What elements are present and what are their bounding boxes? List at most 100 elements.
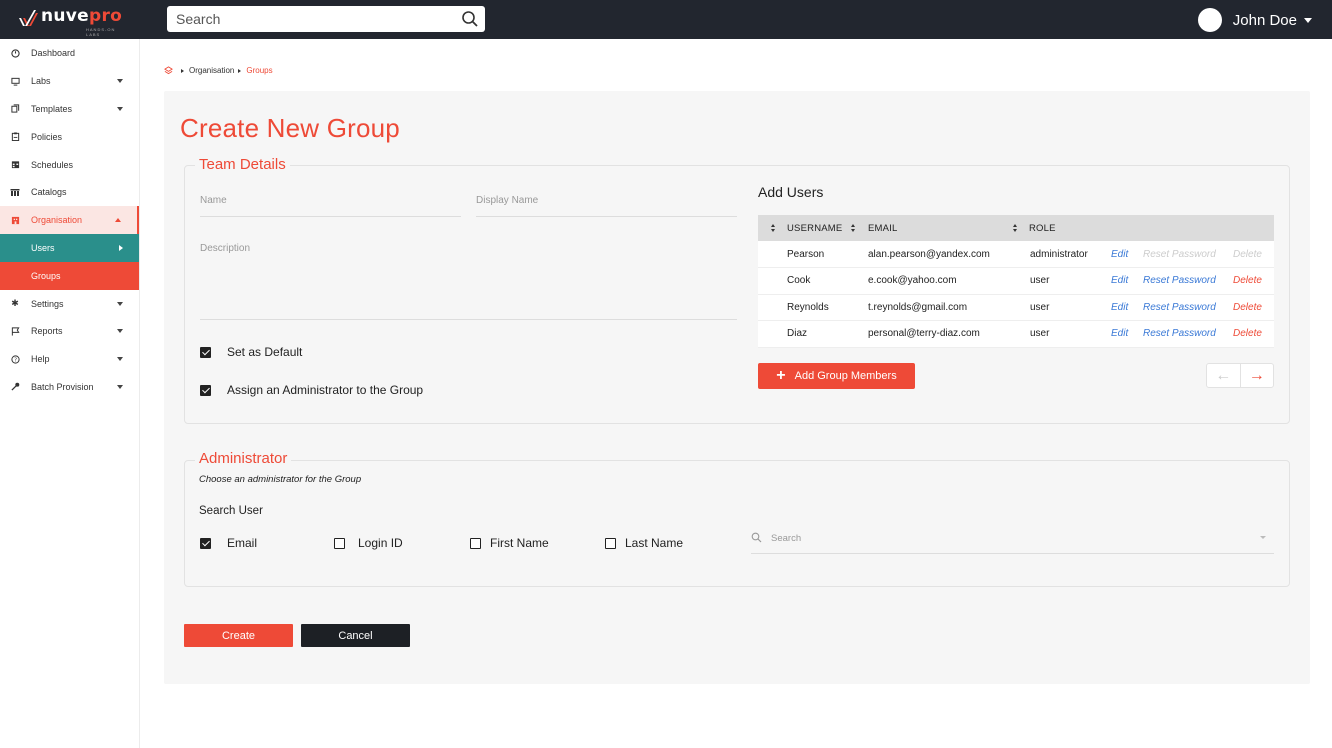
global-search-input[interactable]: [167, 6, 447, 32]
name-field-label: Name: [200, 195, 227, 206]
search-icon: [751, 532, 762, 543]
description-field-label: Description: [200, 243, 251, 254]
administrator-subtitle: Choose an administrator for the Group: [199, 474, 362, 485]
sidebar-item-policies[interactable]: Policies: [0, 123, 139, 151]
svg-text:?: ?: [14, 357, 17, 363]
breadcrumb-organisation[interactable]: Organisation: [189, 66, 234, 75]
last-name-checkbox[interactable]: [605, 538, 616, 549]
sidebar-item-batch-provision[interactable]: Batch Provision: [0, 373, 139, 401]
cell-username: Cook: [787, 267, 868, 295]
email-checkbox[interactable]: [200, 538, 211, 549]
administrator-search-input[interactable]: [771, 529, 1251, 547]
chevron-down-icon: [117, 106, 123, 111]
edit-link[interactable]: Edit: [1111, 328, 1128, 339]
key-icon: [10, 382, 20, 392]
edit-link[interactable]: Edit: [1111, 249, 1128, 260]
user-menu[interactable]: John Doe: [1197, 8, 1312, 32]
logo-text: nuvepro: [41, 6, 123, 26]
sidebar-item-help[interactable]: ? Help: [0, 345, 139, 373]
dashboard-icon: [10, 48, 20, 58]
chevron-down-icon: [117, 301, 123, 306]
sort-icon[interactable]: [851, 223, 856, 232]
administrator-legend: Administrator: [195, 450, 292, 467]
column-actions-reset: [1143, 215, 1233, 241]
sidebar-item-label: Settings: [31, 298, 64, 309]
breadcrumb-separator-icon: [238, 68, 242, 73]
cell-role: user: [1030, 267, 1111, 295]
sidebar-item-label: Organisation: [31, 215, 83, 226]
sidebar-item-reports[interactable]: Reports: [0, 317, 139, 345]
chevron-down-icon: [117, 329, 123, 334]
reset-password-link[interactable]: Reset Password: [1143, 328, 1216, 339]
sidebar-item-label: Dashboard: [31, 48, 76, 59]
sidebar-item-label: Policies: [31, 131, 63, 142]
edit-link[interactable]: Edit: [1111, 302, 1128, 313]
sidebar-item-label: Help: [31, 354, 50, 365]
reset-password-link[interactable]: Reset Password: [1143, 275, 1216, 286]
add-group-members-button[interactable]: + Add Group Members: [758, 363, 915, 389]
monitor-icon: [10, 76, 20, 86]
help-icon: ?: [10, 354, 20, 364]
user-name: John Doe: [1232, 11, 1297, 29]
display-name-field[interactable]: [476, 216, 737, 217]
sidebar-item-dashboard[interactable]: Dashboard: [0, 40, 139, 68]
delete-link[interactable]: Delete: [1233, 328, 1262, 339]
sidebar-item-label: Labs: [31, 76, 51, 87]
description-field[interactable]: [200, 319, 737, 320]
cancel-button[interactable]: Cancel: [301, 624, 410, 647]
cell-username: Diaz: [787, 320, 868, 348]
table-pagination: ← →: [1206, 363, 1274, 388]
sort-icon[interactable]: [1013, 223, 1018, 232]
column-role[interactable]: ROLE: [1013, 215, 1111, 241]
table-header-row: USERNAME EMAIL ROLE: [758, 215, 1274, 241]
sidebar-subitem-groups[interactable]: Groups: [0, 261, 139, 290]
email-option-label: Email: [227, 536, 258, 550]
first-name-checkbox[interactable]: [470, 538, 481, 549]
arrow-right-icon[interactable]: →: [1241, 364, 1274, 387]
set-default-checkbox[interactable]: [200, 347, 211, 358]
delete-link[interactable]: Delete: [1233, 275, 1262, 286]
sidebar-item-settings[interactable]: ✱ Settings: [0, 290, 139, 318]
column-email[interactable]: EMAIL: [851, 215, 1030, 241]
assign-admin-label: Assign an Administrator to the Group: [227, 383, 424, 397]
column-actions-edit: [1111, 215, 1143, 241]
building-icon: [10, 215, 20, 225]
create-button[interactable]: Create: [184, 624, 293, 647]
reset-password-link[interactable]: Reset Password: [1143, 302, 1216, 313]
assign-admin-checkbox[interactable]: [200, 385, 211, 396]
users-table: USERNAME EMAIL ROLE Pearson alan.pearson…: [758, 215, 1274, 348]
cell-username: Pearson: [787, 241, 868, 268]
first-name-option-label: First Name: [490, 536, 549, 550]
logo-tagline: HANDS-ON LABS: [86, 27, 116, 37]
sidebar-item-label: Groups: [31, 270, 61, 281]
sidebar-item-catalogs[interactable]: Catalogs: [0, 178, 139, 206]
arrow-left-icon[interactable]: ←: [1207, 364, 1241, 387]
name-field[interactable]: [200, 216, 461, 217]
calendar-icon: [10, 160, 20, 170]
clipboard-icon: [10, 132, 20, 142]
sidebar-subitem-users[interactable]: Users: [0, 234, 139, 262]
sidebar-item-organisation[interactable]: Organisation: [0, 206, 139, 235]
chevron-up-icon: [115, 218, 121, 223]
sidebar-item-templates[interactable]: Templates: [0, 95, 139, 123]
edit-link[interactable]: Edit: [1111, 275, 1128, 286]
chevron-right-icon: [119, 244, 123, 251]
nuvepro-logo[interactable]: nuvepro HANDS-ON LABS: [18, 6, 123, 37]
breadcrumb-separator-icon: [181, 68, 184, 73]
search-icon[interactable]: [461, 10, 479, 28]
sidebar-item-labs[interactable]: Labs: [0, 67, 139, 95]
delete-link[interactable]: Delete: [1233, 302, 1262, 313]
sidebar-item-label: Catalogs: [31, 187, 67, 198]
sidebar-item-schedules[interactable]: Schedules: [0, 151, 139, 179]
cell-role: user: [1030, 320, 1111, 348]
table-row: Diaz personal@terry-diaz.com user Edit R…: [758, 320, 1274, 348]
login-id-checkbox[interactable]: [334, 538, 345, 549]
sort-icon[interactable]: [771, 223, 776, 232]
avatar: [1197, 8, 1222, 32]
cell-role: user: [1030, 294, 1111, 321]
add-group-members-label: Add Group Members: [794, 370, 897, 382]
chevron-down-icon[interactable]: [1260, 536, 1266, 539]
chevron-right-wrap: [99, 234, 139, 262]
layers-icon[interactable]: [164, 66, 173, 75]
cell-username: Reynolds: [787, 294, 868, 321]
